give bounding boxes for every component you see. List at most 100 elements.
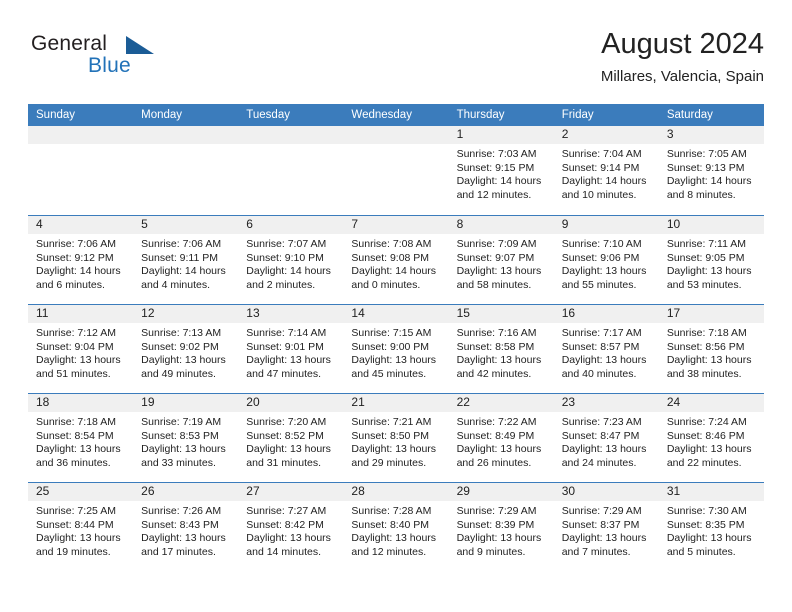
daylight-line1: Daylight: 13 hours <box>561 354 647 366</box>
day-cell[interactable]: 19 Sunrise: 7:19 AM Sunset: 8:53 PM Dayl… <box>133 394 239 482</box>
daylight-line2: and 40 minutes. <box>561 367 637 380</box>
day-cell[interactable]: 26 Sunrise: 7:26 AM Sunset: 8:43 PM Dayl… <box>133 483 239 571</box>
sunrise-text: Sunrise: 7:28 AM <box>351 505 432 517</box>
daylight-line1: Daylight: 13 hours <box>351 532 437 544</box>
day-cell[interactable]: 6 Sunrise: 7:07 AM Sunset: 9:10 PM Dayli… <box>238 216 344 304</box>
day-cell[interactable]: 3 Sunrise: 7:05 AM Sunset: 9:13 PM Dayli… <box>658 126 764 215</box>
day-info: Sunrise: 7:18 AM Sunset: 8:56 PM Dayligh… <box>659 323 764 381</box>
day-cell[interactable]: 20 Sunrise: 7:20 AM Sunset: 8:52 PM Dayl… <box>238 394 344 482</box>
sunrise-text: Sunrise: 7:06 AM <box>141 238 222 250</box>
daylight-line2: and 38 minutes. <box>666 367 742 380</box>
day-cell[interactable]: 22 Sunrise: 7:22 AM Sunset: 8:49 PM Dayl… <box>448 394 554 482</box>
sunset-text: Sunset: 8:39 PM <box>456 518 535 531</box>
day-cell[interactable]: 5 Sunrise: 7:06 AM Sunset: 9:11 PM Dayli… <box>133 216 239 304</box>
day-number <box>28 126 134 144</box>
daylight-line2: and 47 minutes. <box>246 367 321 380</box>
day-number: 7 <box>343 216 449 234</box>
day-cell[interactable]: 31 Sunrise: 7:30 AM Sunset: 8:35 PM Dayl… <box>658 483 764 571</box>
sunrise-text: Sunrise: 7:29 AM <box>561 505 642 517</box>
day-cell[interactable]: 13 Sunrise: 7:14 AM Sunset: 9:01 PM Dayl… <box>238 305 344 393</box>
day-info: Sunrise: 7:23 AM Sunset: 8:47 PM Dayligh… <box>554 412 659 470</box>
sunset-text: Sunset: 8:52 PM <box>246 429 324 442</box>
day-cell[interactable] <box>343 126 449 215</box>
daylight-line2: and 51 minutes. <box>36 367 111 380</box>
day-cell[interactable] <box>133 126 239 215</box>
sunset-text: Sunset: 8:44 PM <box>36 518 114 531</box>
day-number: 3 <box>658 126 764 144</box>
brand-logo[interactable]: General Blue <box>28 32 258 88</box>
day-number: 25 <box>28 483 134 501</box>
sunset-text: Sunset: 8:46 PM <box>666 429 745 442</box>
day-cell[interactable]: 14 Sunrise: 7:15 AM Sunset: 9:00 PM Dayl… <box>343 305 449 393</box>
day-cell[interactable]: 11 Sunrise: 7:12 AM Sunset: 9:04 PM Dayl… <box>28 305 134 393</box>
day-cell[interactable]: 12 Sunrise: 7:13 AM Sunset: 9:02 PM Dayl… <box>133 305 239 393</box>
page-title: August 2024 <box>601 28 764 60</box>
day-cell[interactable]: 2 Sunrise: 7:04 AM Sunset: 9:14 PM Dayli… <box>553 126 659 215</box>
sunrise-text: Sunrise: 7:10 AM <box>561 238 642 250</box>
sunrise-text: Sunrise: 7:22 AM <box>456 416 537 428</box>
day-cell[interactable]: 25 Sunrise: 7:25 AM Sunset: 8:44 PM Dayl… <box>28 483 134 571</box>
day-number: 14 <box>343 305 449 323</box>
sunset-text: Sunset: 9:14 PM <box>561 161 640 174</box>
sunset-text: Sunset: 9:02 PM <box>141 340 219 353</box>
day-cell[interactable]: 29 Sunrise: 7:29 AM Sunset: 8:39 PM Dayl… <box>448 483 554 571</box>
daylight-line2: and 26 minutes. <box>456 456 532 469</box>
sunset-text: Sunset: 9:13 PM <box>666 161 745 174</box>
day-info: Sunrise: 7:28 AM Sunset: 8:40 PM Dayligh… <box>343 501 448 559</box>
daylight-line2: and 22 minutes. <box>666 456 742 469</box>
daylight-line1: Daylight: 14 hours <box>36 265 121 277</box>
sunset-text: Sunset: 9:15 PM <box>456 161 535 174</box>
day-cell[interactable]: 9 Sunrise: 7:10 AM Sunset: 9:06 PM Dayli… <box>553 216 659 304</box>
day-cell[interactable]: 8 Sunrise: 7:09 AM Sunset: 9:07 PM Dayli… <box>448 216 554 304</box>
day-number: 23 <box>553 394 659 412</box>
day-info: Sunrise: 7:05 AM Sunset: 9:13 PM Dayligh… <box>659 144 764 202</box>
day-cell[interactable]: 16 Sunrise: 7:17 AM Sunset: 8:57 PM Dayl… <box>553 305 659 393</box>
day-info: Sunrise: 7:14 AM Sunset: 9:01 PM Dayligh… <box>238 323 343 381</box>
sunrise-text: Sunrise: 7:18 AM <box>36 416 116 428</box>
day-cell[interactable]: 23 Sunrise: 7:23 AM Sunset: 8:47 PM Dayl… <box>553 394 659 482</box>
daylight-line2: and 6 minutes. <box>36 278 105 291</box>
day-info: Sunrise: 7:21 AM Sunset: 8:50 PM Dayligh… <box>343 412 448 470</box>
day-info: Sunrise: 7:24 AM Sunset: 8:46 PM Dayligh… <box>659 412 764 470</box>
day-cell[interactable]: 7 Sunrise: 7:08 AM Sunset: 9:08 PM Dayli… <box>343 216 449 304</box>
daylight-line1: Daylight: 13 hours <box>141 532 226 544</box>
day-cell[interactable]: 27 Sunrise: 7:27 AM Sunset: 8:42 PM Dayl… <box>238 483 344 571</box>
calendar-page: General Blue August 2024 Millares, Valen… <box>0 0 792 612</box>
day-cell[interactable]: 21 Sunrise: 7:21 AM Sunset: 8:50 PM Dayl… <box>343 394 449 482</box>
day-cell[interactable]: 24 Sunrise: 7:24 AM Sunset: 8:46 PM Dayl… <box>658 394 764 482</box>
day-cell[interactable]: 17 Sunrise: 7:18 AM Sunset: 8:56 PM Dayl… <box>658 305 764 393</box>
day-number: 28 <box>343 483 449 501</box>
day-number: 20 <box>238 394 344 412</box>
day-number: 18 <box>28 394 134 412</box>
day-number: 26 <box>133 483 239 501</box>
sunset-text: Sunset: 9:04 PM <box>36 340 114 353</box>
day-cell[interactable]: 18 Sunrise: 7:18 AM Sunset: 8:54 PM Dayl… <box>28 394 134 482</box>
day-cell[interactable]: 30 Sunrise: 7:29 AM Sunset: 8:37 PM Dayl… <box>553 483 659 571</box>
day-cell[interactable]: 10 Sunrise: 7:11 AM Sunset: 9:05 PM Dayl… <box>658 216 764 304</box>
sunrise-text: Sunrise: 7:21 AM <box>351 416 432 428</box>
sunset-text: Sunset: 8:53 PM <box>141 429 219 442</box>
brand-name-blue: Blue <box>88 54 131 77</box>
day-cell[interactable] <box>238 126 344 215</box>
day-cell[interactable]: 28 Sunrise: 7:28 AM Sunset: 8:40 PM Dayl… <box>343 483 449 571</box>
day-cell[interactable]: 15 Sunrise: 7:16 AM Sunset: 8:58 PM Dayl… <box>448 305 554 393</box>
day-info: Sunrise: 7:06 AM Sunset: 9:11 PM Dayligh… <box>133 234 238 292</box>
sunset-text: Sunset: 8:50 PM <box>351 429 430 442</box>
daylight-line2: and 42 minutes. <box>456 367 532 380</box>
title-block: August 2024 Millares, Valencia, Spain <box>601 26 764 88</box>
day-cell[interactable] <box>28 126 134 215</box>
day-cell[interactable]: 1 Sunrise: 7:03 AM Sunset: 9:15 PM Dayli… <box>448 126 554 215</box>
day-number: 19 <box>133 394 239 412</box>
daylight-line2: and 7 minutes. <box>561 545 631 558</box>
daylight-line2: and 4 minutes. <box>141 278 211 291</box>
daylight-line1: Daylight: 13 hours <box>141 354 226 366</box>
daylight-line1: Daylight: 13 hours <box>351 354 437 366</box>
sunrise-text: Sunrise: 7:25 AM <box>36 505 116 517</box>
daylight-line1: Daylight: 13 hours <box>141 443 226 455</box>
day-number: 11 <box>28 305 134 323</box>
sunrise-text: Sunrise: 7:07 AM <box>246 238 327 250</box>
day-number: 29 <box>448 483 554 501</box>
sunrise-text: Sunrise: 7:15 AM <box>351 327 432 339</box>
day-cell[interactable]: 4 Sunrise: 7:06 AM Sunset: 9:12 PM Dayli… <box>28 216 134 304</box>
daylight-line2: and 58 minutes. <box>456 278 532 291</box>
